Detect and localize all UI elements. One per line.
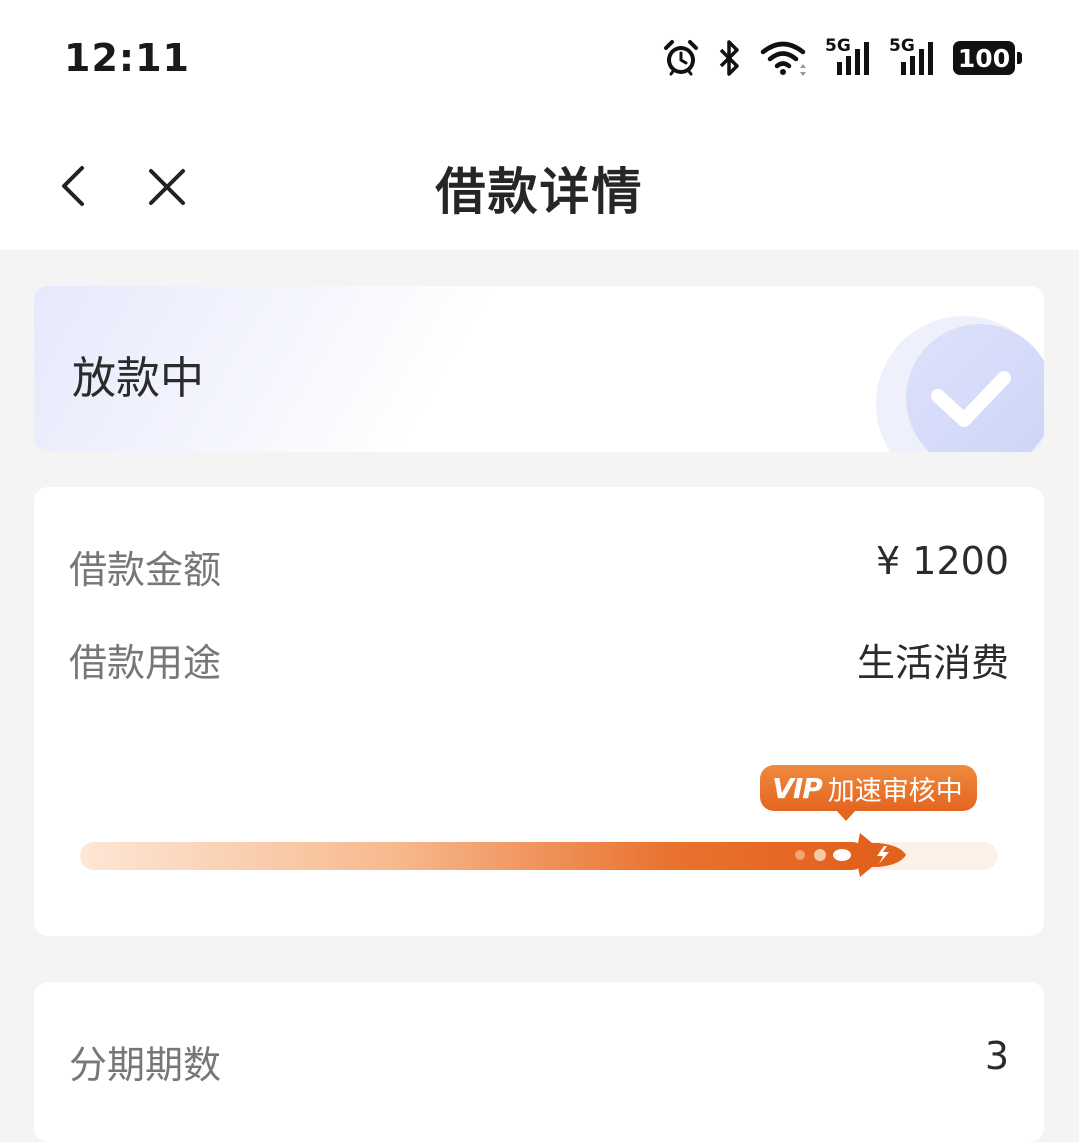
page-title: 借款详情: [435, 163, 644, 221]
bluetooth-icon: [715, 38, 745, 78]
check-circle-icon: [876, 316, 1044, 452]
amount-value: ¥ 1200: [876, 539, 1009, 583]
loan-detail-card: 借款金额 ¥ 1200 借款用途 生活消费 VIP 加速审核中: [34, 487, 1044, 936]
rocket-icon: [795, 833, 907, 877]
purpose-label: 借款用途: [69, 641, 222, 685]
alarm-icon: [661, 38, 701, 78]
signal-5g-icon: 5G: [825, 36, 875, 78]
nav-bar: 借款详情: [0, 120, 1079, 250]
installment-card: 分期期数 3: [34, 982, 1044, 1142]
battery-icon: 100: [953, 41, 1022, 75]
purpose-value: 生活消费: [856, 641, 1009, 685]
status-icons: 5G 5G 100: [661, 36, 1022, 80]
loan-status-text: 放款中: [72, 353, 204, 404]
vip-badge-text: 加速审核中: [827, 775, 963, 807]
installments-label: 分期期数: [69, 1043, 222, 1087]
vip-logo: VIP: [772, 771, 823, 805]
amount-label: 借款金额: [69, 548, 222, 592]
installments-value: 3: [984, 1034, 1009, 1078]
vip-review-badge: VIP 加速审核中: [760, 765, 977, 821]
review-progress-fill: [80, 842, 867, 870]
wifi-icon: [759, 38, 811, 78]
status-bar: 12:11 5G 5G 100: [0, 0, 1079, 120]
status-time: 12:11: [64, 36, 190, 80]
loan-status-card: 放款中: [34, 286, 1044, 452]
signal-5g-icon: 5G: [889, 36, 939, 78]
